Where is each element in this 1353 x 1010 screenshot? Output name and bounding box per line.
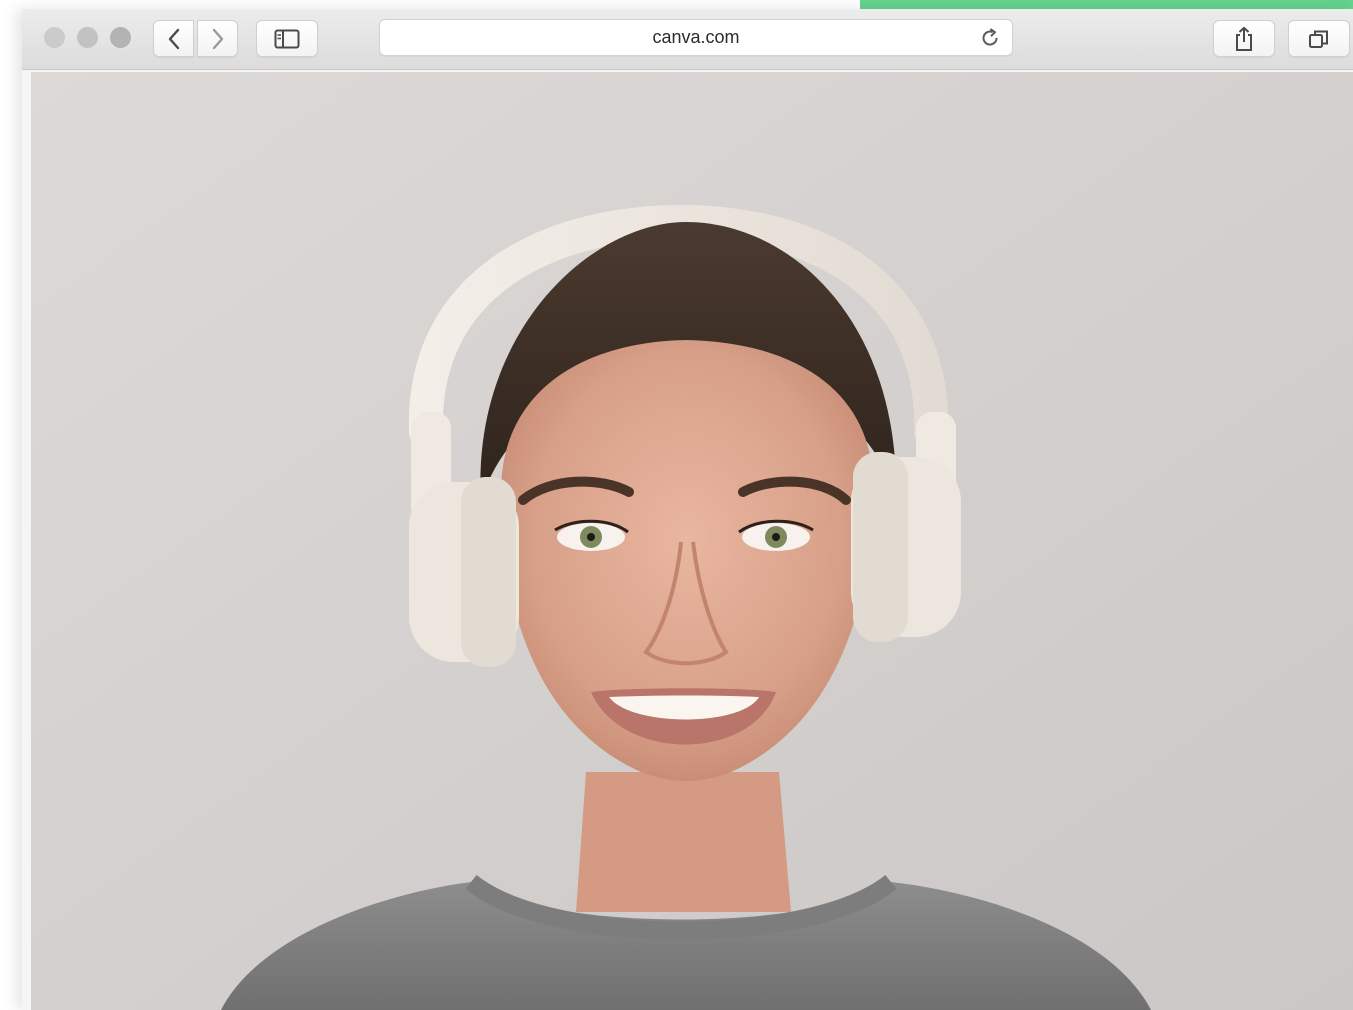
close-window-button[interactable] [44, 27, 65, 48]
tabs-button[interactable] [1288, 20, 1350, 57]
portrait-photo [31, 72, 1353, 1010]
reload-icon [982, 28, 998, 46]
screenshot-frame: canva.com [0, 0, 1353, 1010]
tabs-icon [1309, 30, 1328, 48]
back-button[interactable] [153, 20, 194, 57]
share-button[interactable] [1213, 20, 1275, 57]
accent-strip [860, 0, 1353, 9]
url-text: canva.com [652, 27, 740, 47]
zoom-window-button[interactable] [110, 27, 131, 48]
chevron-left-icon [168, 28, 179, 49]
sidebar-toggle-button[interactable] [256, 20, 318, 57]
chevron-right-icon [212, 28, 223, 49]
browser-toolbar: canva.com [22, 9, 1353, 70]
share-icon [1236, 26, 1252, 51]
address-bar[interactable]: canva.com [379, 19, 1013, 56]
reload-button[interactable] [978, 26, 1002, 50]
minimize-window-button[interactable] [77, 27, 98, 48]
page-content [31, 72, 1353, 1010]
forward-button[interactable] [197, 20, 238, 57]
browser-window: canva.com [22, 9, 1353, 1010]
sidebar-icon [274, 29, 300, 48]
